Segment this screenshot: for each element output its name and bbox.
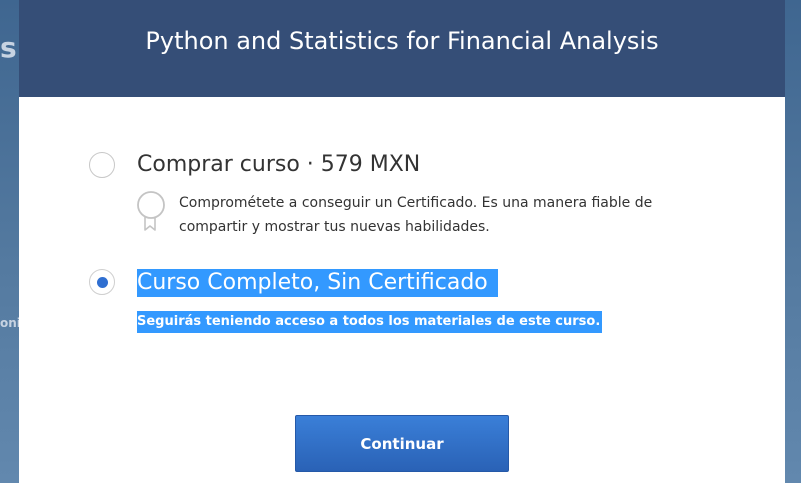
enroll-modal: Python and Statistics for Financial Anal…	[19, 0, 785, 483]
option-full-course-label: Curso Completo, Sin Certificado	[137, 269, 498, 297]
background-heading-fragment: s	[0, 31, 17, 64]
certificate-ribbon-icon	[137, 191, 165, 231]
option-buy-course[interactable]: Comprar curso · 579 MXN Comprométete a c…	[19, 150, 785, 240]
modal-title: Python and Statistics for Financial Anal…	[145, 27, 659, 55]
radio-selected-dot	[97, 277, 108, 288]
option-buy-course-description: Comprométete a conseguir un Certificado.…	[179, 195, 653, 235]
background-text-fragment: onil	[0, 316, 20, 330]
modal-header: Python and Statistics for Financial Anal…	[19, 0, 785, 97]
option-full-course-description: Seguirás teniendo acceso a todos los mat…	[137, 311, 603, 333]
continue-button[interactable]: Continuar	[295, 415, 509, 472]
radio-full-course-no-certificate[interactable]	[89, 269, 115, 295]
option-buy-course-label: Comprar curso · 579 MXN	[137, 152, 421, 177]
radio-buy-course[interactable]	[89, 152, 115, 178]
option-full-course-no-certificate[interactable]: Curso Completo, Sin Certificado Seguirás…	[19, 268, 785, 338]
